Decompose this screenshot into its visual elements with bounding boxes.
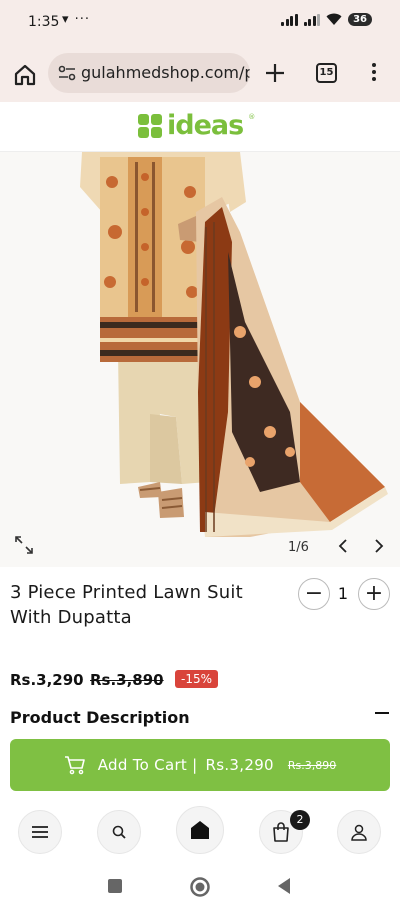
- cart-count-badge: 2: [290, 810, 310, 830]
- brand-logo[interactable]: ideas ®: [138, 110, 256, 141]
- product-old-price: Rs.3,890: [90, 671, 164, 689]
- cart-icon: [64, 756, 85, 775]
- shopping-bag-icon: [273, 822, 289, 842]
- system-navigation-bar: [0, 864, 400, 910]
- plus-icon: [266, 64, 284, 82]
- new-tab-button[interactable]: [263, 60, 287, 86]
- quantity-value[interactable]: 1: [335, 584, 351, 603]
- signal-icon: [281, 13, 298, 26]
- bottom-navigation: 2: [0, 800, 400, 864]
- nav-home-button[interactable]: [176, 806, 224, 854]
- nav-menu-button[interactable]: [18, 810, 62, 854]
- product-description-heading[interactable]: Product Description: [10, 708, 190, 727]
- shop-home-icon: [191, 821, 209, 839]
- search-icon: [112, 825, 126, 839]
- site-settings-icon[interactable]: [58, 65, 76, 81]
- url-text[interactable]: gulahmedshop.com/p: [81, 63, 250, 82]
- product-photo: [80, 152, 388, 537]
- system-back-icon[interactable]: [276, 877, 292, 895]
- status-bar: 1:35 ▾ ··· 36: [0, 0, 400, 46]
- discount-badge: -15%: [175, 670, 219, 688]
- browser-toolbar: gulahmedshop.com/p 15: [0, 46, 400, 102]
- user-icon: [351, 824, 367, 841]
- collapse-icon[interactable]: [375, 712, 389, 714]
- add-to-cart-label: Add To Cart |: [97, 756, 198, 774]
- product-image-gallery[interactable]: 1/6: [0, 152, 400, 567]
- logo-registered-mark: ®: [248, 113, 256, 121]
- menu-icon[interactable]: [369, 63, 379, 85]
- notification-icons: ▾ ···: [62, 12, 91, 27]
- address-bar[interactable]: gulahmedshop.com/p: [48, 53, 250, 93]
- logo-text: ideas: [167, 110, 244, 141]
- recent-apps-icon[interactable]: [107, 878, 123, 894]
- signal-2-icon: [303, 13, 321, 26]
- battery-icon: 36: [348, 13, 372, 26]
- hamburger-icon: [32, 826, 48, 838]
- product-title: 3 Piece Printed Lawn Suit With Dupatta: [10, 582, 243, 628]
- wifi-icon: [326, 13, 342, 25]
- chevron-right-icon[interactable]: [372, 538, 386, 554]
- status-time: 1:35: [28, 14, 60, 30]
- site-header: ideas ®: [0, 102, 400, 152]
- add-to-cart-price: Rs.3,290: [205, 756, 274, 774]
- product-price: Rs.3,290: [10, 671, 84, 689]
- add-to-cart-old-price: Rs.3,890: [287, 758, 337, 772]
- expand-icon[interactable]: [14, 535, 34, 555]
- nav-search-button[interactable]: [97, 810, 141, 854]
- add-to-cart-button[interactable]: Add To Cart | Rs.3,290 Rs.3,890: [10, 739, 390, 791]
- quantity-increase-button[interactable]: +: [358, 578, 390, 610]
- quantity-decrease-button[interactable]: −: [298, 578, 330, 610]
- chevron-left-icon[interactable]: [336, 538, 350, 554]
- system-home-icon[interactable]: [189, 876, 211, 898]
- tabs-icon[interactable]: 15: [316, 63, 337, 83]
- home-icon[interactable]: [13, 63, 37, 87]
- nav-account-button[interactable]: [337, 810, 381, 854]
- logo-mark-icon: [138, 114, 162, 138]
- gallery-counter: 1/6: [288, 540, 309, 555]
- status-right-icons: 36: [281, 13, 372, 26]
